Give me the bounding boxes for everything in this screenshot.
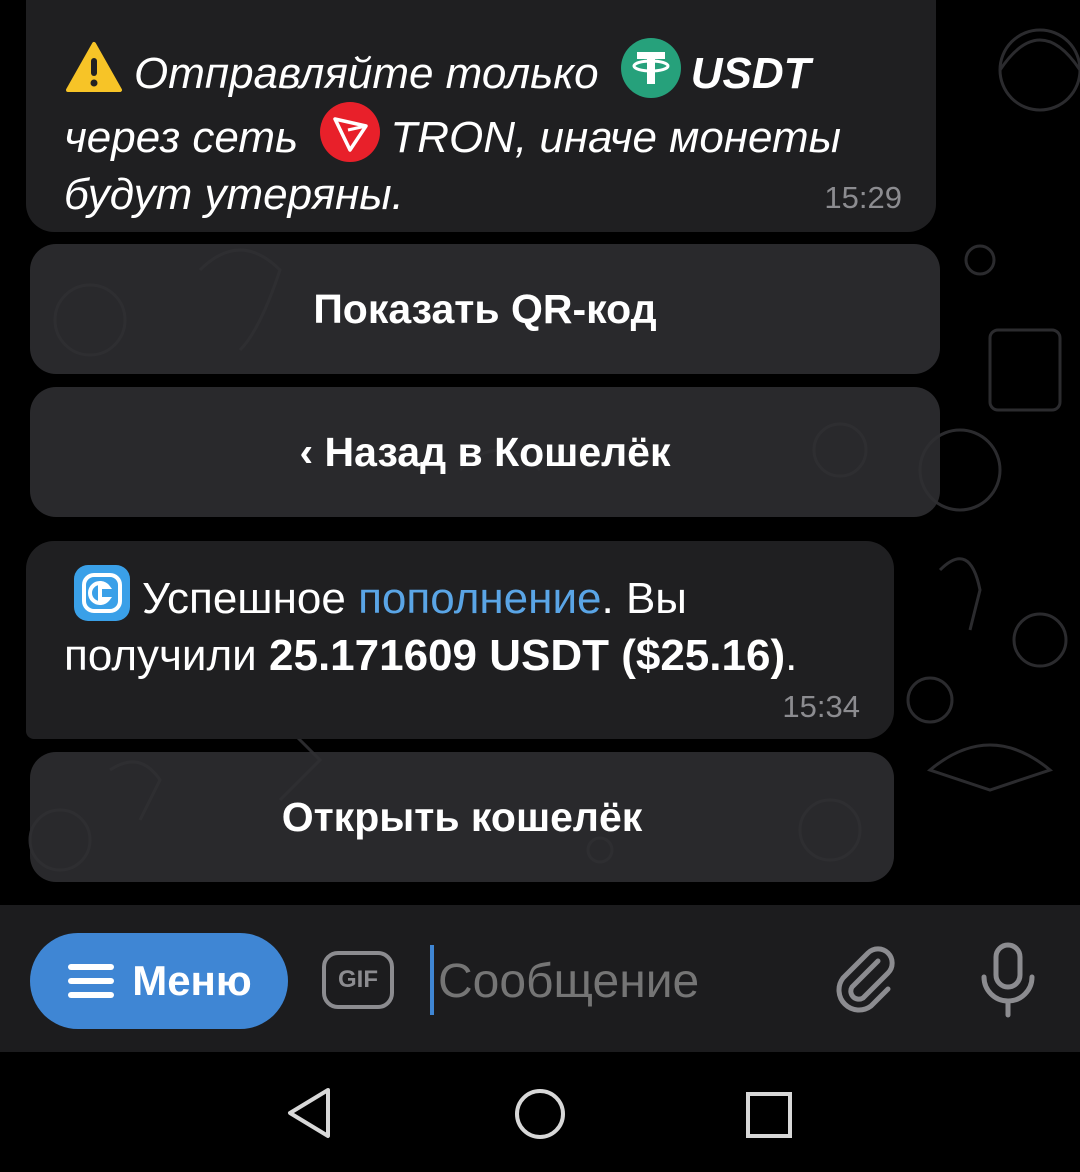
gif-icon: GIF: [338, 966, 378, 993]
menu-button[interactable]: Меню: [30, 933, 288, 1029]
message-text: Успешное пополнение. Вы получили 25.1716…: [64, 563, 797, 684]
recents-nav-icon[interactable]: [744, 1090, 794, 1140]
warning-icon: [66, 42, 122, 92]
message-input[interactable]: [436, 943, 800, 1019]
mic-button[interactable]: [968, 939, 1048, 1023]
show-qr-code-button[interactable]: Показать QR-код: [30, 244, 940, 374]
chat-area[interactable]: Отправляйте только USDT через сеть TRON,…: [0, 0, 1080, 905]
deposit-link[interactable]: пополнение: [358, 574, 601, 623]
mic-icon: [981, 942, 1035, 1018]
home-nav-icon[interactable]: [512, 1086, 568, 1142]
back-nav-icon[interactable]: [284, 1086, 336, 1140]
back-to-wallet-button[interactable]: ‹ Назад в Кошелёк: [30, 387, 940, 517]
tron-icon: [320, 102, 381, 162]
message-time: 15:29: [824, 180, 902, 215]
text-cursor: [430, 945, 434, 1015]
message-time: 15:34: [782, 689, 860, 724]
open-wallet-button[interactable]: Открыть кошелёк: [30, 752, 894, 882]
message-text: Отправляйте только USDT через сеть TRON,…: [64, 38, 841, 223]
tether-icon: [620, 38, 681, 98]
message-input-bar: Меню GIF: [0, 905, 1080, 1052]
menu-icon: [68, 964, 115, 998]
message-bubble-warning: Отправляйте только USDT через сеть TRON,…: [26, 0, 936, 232]
attach-icon: [836, 946, 895, 1013]
system-navigation-bar: [0, 1052, 1080, 1172]
gif-button[interactable]: GIF: [322, 951, 394, 1009]
wallet-icon: [74, 565, 130, 621]
message-bubble-deposit: Успешное пополнение. Вы получили 25.1716…: [26, 541, 894, 739]
attach-button[interactable]: [826, 941, 906, 1021]
